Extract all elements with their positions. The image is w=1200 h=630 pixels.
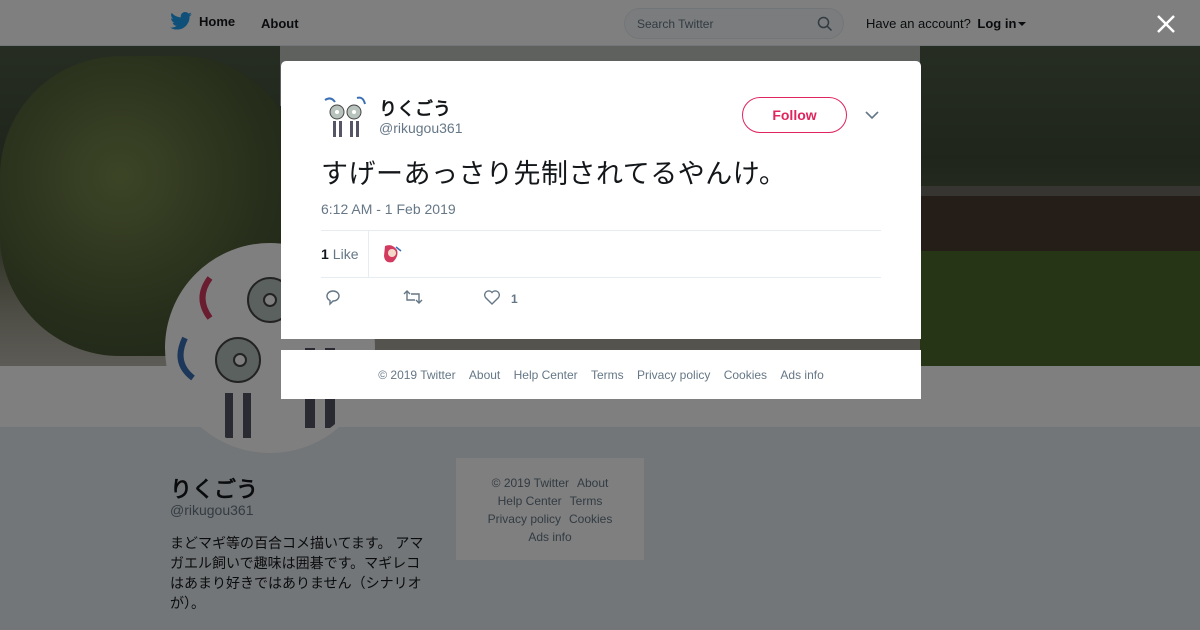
likes-label: Like — [332, 246, 359, 262]
stats-divider — [368, 231, 369, 277]
heart-icon[interactable] — [483, 288, 501, 306]
modal-footer-privacy[interactable]: Privacy policy — [637, 368, 710, 382]
chevron-down-icon[interactable] — [864, 107, 880, 123]
modal-footer-help[interactable]: Help Center — [514, 368, 578, 382]
tweet-text: すげーあっさり先制されてるやんけ。 — [321, 159, 787, 190]
reply-icon[interactable] — [324, 288, 342, 306]
tweet-actions: 1 — [321, 288, 621, 310]
tweet-permalink-card: りくごう @rikugou361 Follow すげーあっさり先制されてるやんけ… — [281, 61, 921, 339]
tweet-author-name[interactable]: りくごう — [379, 95, 451, 121]
tweet-author-handle[interactable]: @rikugou361 — [379, 120, 463, 136]
close-icon[interactable] — [1154, 12, 1178, 36]
like-action-count: 1 — [511, 292, 518, 306]
likes-stat[interactable]: 1 Like — [321, 246, 358, 262]
modal-footer-cookies[interactable]: Cookies — [724, 368, 767, 382]
likes-count: 1 — [321, 246, 329, 262]
modal-footer-ads[interactable]: Ads info — [780, 368, 823, 382]
liker-avatar[interactable] — [380, 242, 404, 266]
tweet-author-avatar[interactable] — [321, 94, 369, 142]
modal-footer-terms[interactable]: Terms — [591, 368, 624, 382]
tweet-timestamp[interactable]: 6:12 AM - 1 Feb 2019 — [321, 201, 456, 217]
modal-footer: © 2019 Twitter About Help Center Terms P… — [281, 350, 921, 399]
tweet-stats: 1 Like — [321, 230, 881, 278]
modal-footer-copyright: © 2019 Twitter — [378, 368, 456, 382]
follow-button[interactable]: Follow — [742, 97, 847, 133]
retweet-icon[interactable] — [403, 288, 423, 306]
modal-footer-about[interactable]: About — [469, 368, 500, 382]
